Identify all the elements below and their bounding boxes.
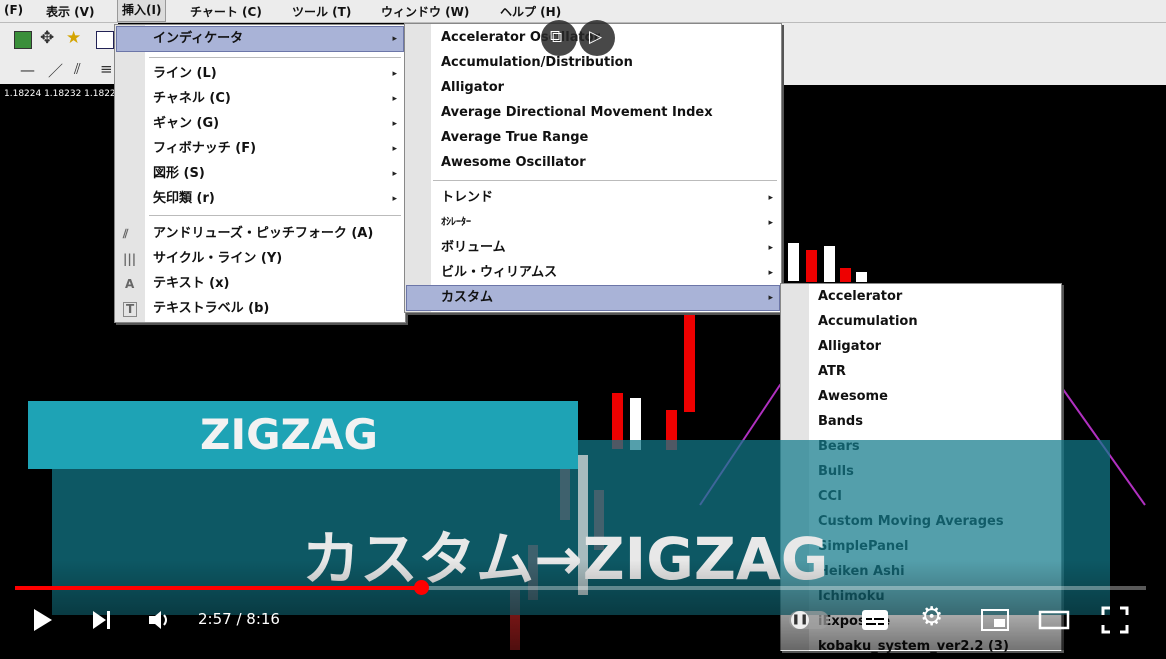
chevron-right-icon: ▸ — [392, 34, 397, 44]
progress-scrubber[interactable] — [414, 580, 429, 595]
menu-item-text[interactable]: A テキスト (x) — [115, 272, 405, 296]
menu-item-line[interactable]: ライン (L) ▸ — [115, 62, 405, 86]
menu-insert[interactable]: 挿入(I) — [116, 0, 167, 22]
miniplayer-button[interactable]: ⧉ — [541, 20, 577, 56]
menu-item-arrows[interactable]: 矢印類 (r) ▸ — [115, 187, 405, 211]
menu-item-fibonacci[interactable]: フィボナッチ (F) ▸ — [115, 137, 405, 161]
chevron-right-icon: ▸ — [768, 268, 773, 278]
menu-item-shapes[interactable]: 図形 (S) ▸ — [115, 162, 405, 186]
custom-indicator-item[interactable]: Awesome — [781, 385, 1061, 409]
custom-indicator-label: ATR — [818, 364, 846, 379]
indicator-group-bill-williams[interactable]: ビル・ウィリアムス ▸ — [405, 261, 781, 285]
chevron-right-icon: ▸ — [768, 193, 773, 203]
menu-bar: (F) 表示 (V) 挿入(I) チャート (C) ツール (T) ウィンドウ … — [0, 0, 1166, 23]
toolbar-right — [780, 23, 1166, 85]
channel-icon[interactable]: ⫽ — [74, 60, 81, 78]
subtitles-icon[interactable] — [860, 607, 890, 633]
indicator-item[interactable]: Awesome Oscillator — [405, 151, 781, 175]
play-icon[interactable] — [30, 607, 54, 633]
menu-item-cycle-lines[interactable]: ||| サイクル・ライン (Y) — [115, 247, 405, 271]
indicator-submenu: Accelerator Oscillator Accumulation/Dist… — [404, 23, 782, 313]
insert-menu: インディケータ ▸ ライン (L) ▸ チャネル (C) ▸ ギャン (G) ▸ フィボ… — [114, 24, 406, 323]
cast-button[interactable]: ▷ — [579, 20, 615, 56]
indicator-group-volume[interactable]: ボリューム ▸ — [405, 236, 781, 260]
indicator-item[interactable]: Alligator — [405, 76, 781, 100]
volume-icon[interactable] — [146, 608, 172, 632]
custom-indicator-label: Accumulation — [818, 314, 918, 329]
pitchfork-icon: ⫽ — [123, 227, 129, 241]
text-icon: A — [125, 277, 135, 291]
progress-played — [15, 586, 421, 590]
pause-icon: ❚❚ — [791, 611, 809, 629]
chevron-right-icon: ▸ — [392, 119, 397, 129]
chevron-right-icon: ▸ — [768, 218, 773, 228]
miniplayer-icon: ⧉ — [550, 27, 563, 47]
custom-indicator-label: Awesome — [818, 389, 888, 404]
chevron-right-icon: ▸ — [392, 169, 397, 179]
menu-item-channel[interactable]: チャネル (C) ▸ — [115, 87, 405, 111]
miniplayer-icon[interactable] — [980, 607, 1010, 633]
chevron-right-icon: ▸ — [768, 243, 773, 253]
drawing-toolbar: — ／ ⫽ ≡ — [0, 56, 118, 84]
menu-help[interactable]: ヘルプ (H) — [500, 3, 561, 20]
chart-icon[interactable] — [14, 31, 32, 49]
custom-indicator-label: Bands — [818, 414, 863, 429]
candle — [684, 312, 695, 412]
chevron-right-icon: ▸ — [768, 293, 773, 303]
menu-item-gann[interactable]: ギャン (G) ▸ — [115, 112, 405, 136]
custom-indicator-label: Accelerator — [818, 289, 903, 304]
chevron-right-icon: ▸ — [392, 94, 397, 104]
custom-indicator-item[interactable]: Alligator — [781, 335, 1061, 359]
text-label-icon: T — [123, 302, 138, 317]
autoplay-toggle[interactable]: ❚❚ — [789, 611, 829, 629]
controls-gradient — [0, 560, 1166, 650]
theater-mode-icon[interactable] — [1038, 607, 1070, 633]
play-sparkle-icon: ▷ — [589, 27, 603, 47]
custom-indicator-item[interactable]: ATR — [781, 360, 1061, 384]
menu-file[interactable]: (F) — [4, 3, 23, 17]
indicator-group-custom[interactable]: カスタム ▸ — [406, 285, 780, 311]
chevron-right-icon: ▸ — [392, 194, 397, 204]
custom-indicator-item[interactable]: Accelerator — [781, 285, 1061, 309]
star-folder-icon[interactable]: ★ — [66, 28, 81, 48]
horizontal-line-icon[interactable]: — — [20, 61, 35, 79]
menu-tools[interactable]: ツール (T) — [292, 3, 351, 20]
fullscreen-icon[interactable] — [1101, 606, 1129, 634]
indicator-group-trend[interactable]: トレンド ▸ — [405, 186, 781, 210]
next-icon[interactable] — [90, 608, 114, 632]
custom-indicator-label: Alligator — [818, 339, 882, 354]
chevron-right-icon: ▸ — [392, 144, 397, 154]
time-display: 2:57 / 8:16 — [198, 610, 280, 628]
indicator-group-oscillator[interactable]: ｵｼﾚｰﾀｰ ▸ — [405, 211, 781, 235]
toolbar: ✥ ★ — [0, 23, 118, 57]
chevron-right-icon: ▸ — [392, 69, 397, 79]
trendline-icon[interactable]: ／ — [48, 60, 63, 81]
settings-icon[interactable]: ⚙ — [920, 602, 943, 632]
candle — [806, 250, 817, 282]
candle — [840, 268, 851, 282]
banner-title: ZIGZAG — [200, 410, 378, 459]
price-row: 1.18224 1.18232 1.1822 — [4, 89, 116, 99]
window-icon[interactable] — [96, 31, 114, 49]
candle — [856, 272, 867, 282]
fibo-icon[interactable]: ≡ — [100, 60, 113, 78]
indicator-item[interactable]: Average Directional Movement Index — [405, 101, 781, 125]
custom-indicator-item[interactable]: Accumulation — [781, 310, 1061, 334]
custom-indicator-item[interactable]: Bands — [781, 410, 1061, 434]
candle — [824, 246, 835, 282]
menu-window[interactable]: ウィンドウ (W) — [381, 3, 469, 20]
candle — [788, 243, 799, 281]
cycle-lines-icon: ||| — [123, 252, 137, 266]
menu-chart[interactable]: チャート (C) — [190, 3, 262, 20]
menu-item-text-label[interactable]: T テキストラベル (b) — [115, 297, 405, 321]
menu-view[interactable]: 表示 (V) — [46, 3, 94, 20]
indicator-item[interactable]: Average True Range — [405, 126, 781, 150]
menu-item-indicators[interactable]: インディケータ ▸ — [116, 26, 404, 52]
crosshair-icon[interactable]: ✥ — [40, 28, 54, 48]
menu-item-pitchfork[interactable]: ⫽ アンドリューズ・ピッチフォーク (A) — [115, 222, 405, 246]
